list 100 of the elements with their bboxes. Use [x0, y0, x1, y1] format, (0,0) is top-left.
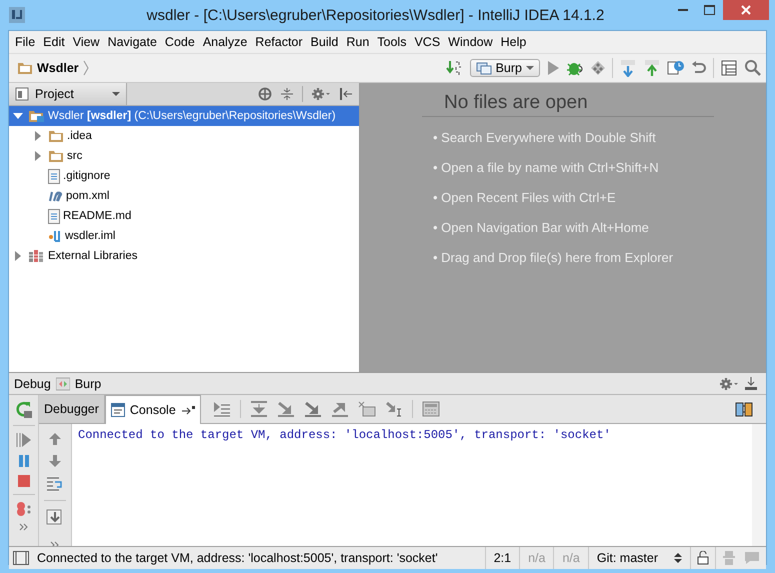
tree-item[interactable]: src: [9, 146, 359, 166]
scroll-end-icon[interactable]: [46, 509, 64, 525]
menu-item[interactable]: Run: [344, 35, 376, 49]
menu-item[interactable]: File: [13, 35, 42, 49]
tool-windows-icon[interactable]: [13, 551, 29, 565]
tree-item[interactable]: .idea: [9, 126, 359, 146]
status-message: Connected to the target VM, address: 'localhost:5005', transport: 'socket': [37, 551, 438, 565]
collapsed-arrow-icon[interactable]: [13, 251, 23, 261]
menu-item[interactable]: Code: [162, 35, 201, 49]
window-title: wsdler - [C:\Users\egruber\Repositories\Wsdler] - IntelliJ IDEA 14.1.2: [146, 6, 604, 24]
menu-item[interactable]: Build: [308, 35, 344, 49]
vcs-update-icon[interactable]: [619, 59, 637, 77]
menu-item[interactable]: VCS: [412, 35, 446, 49]
menu-item[interactable]: Tools: [375, 35, 412, 49]
more-icon[interactable]: [18, 523, 28, 531]
rerun-icon[interactable]: [14, 401, 32, 419]
collapse-icon[interactable]: [280, 87, 294, 101]
close-button[interactable]: [723, 0, 769, 20]
undo-icon[interactable]: [691, 60, 707, 76]
run-to-cursor-icon[interactable]: [384, 401, 403, 417]
breadcrumb[interactable]: Wsdler: [37, 61, 79, 75]
settings-icon[interactable]: [311, 87, 331, 101]
tool-window-title: Debug: [14, 376, 51, 390]
menu-item[interactable]: Navigate: [106, 35, 163, 49]
binary-arrow-icon[interactable]: [446, 60, 464, 76]
maximize-icon: [704, 5, 715, 15]
pin-down-icon[interactable]: [744, 376, 758, 390]
down-icon[interactable]: [48, 454, 62, 468]
library-icon: [28, 249, 45, 263]
vcs-branch-widget[interactable]: Git: master: [588, 547, 690, 569]
tree-item[interactable]: pom.xml: [9, 186, 359, 206]
pause-icon[interactable]: [16, 454, 30, 468]
empty-editor-heading: No files are open: [422, 92, 714, 117]
close-icon: [741, 5, 751, 15]
checker-icon[interactable]: [590, 60, 606, 76]
locate-icon[interactable]: [258, 87, 272, 101]
status-field: n/a: [519, 547, 554, 569]
hide-panel-icon[interactable]: [339, 87, 353, 101]
minimize-icon: [678, 9, 688, 11]
tree-item[interactable]: .gitignore: [9, 166, 359, 186]
editor-hint: • Open Navigation Bar with Alt+Home: [433, 220, 649, 235]
debug-session-tab[interactable]: Burp: [74, 376, 102, 390]
menu-item[interactable]: View: [70, 35, 106, 49]
console-icon: [110, 403, 125, 417]
tree-item[interactable]: Wsdler [wsdler] (C:\Users\egruber\Repositories\Wsdler): [9, 106, 359, 126]
folder-icon: [48, 149, 64, 163]
menu-item[interactable]: Analyze: [200, 35, 254, 49]
config-icon: [476, 61, 492, 75]
editor-hint: • Open a file by name with Ctrl+Shift+N: [433, 160, 659, 175]
folder-icon: [17, 61, 33, 75]
tab[interactable]: Console: [104, 395, 201, 424]
module-folder-icon: [28, 109, 45, 123]
stop-icon[interactable]: [16, 474, 30, 488]
structure-icon[interactable]: [720, 59, 738, 77]
evaluate-icon[interactable]: [422, 401, 440, 417]
resume-icon[interactable]: [16, 432, 32, 448]
up-icon[interactable]: [48, 432, 62, 446]
editor-hint: • Open Recent Files with Ctrl+E: [433, 190, 616, 205]
project-view-dropdown[interactable]: Project: [9, 83, 127, 105]
show-execution-point-icon[interactable]: [212, 401, 231, 417]
caret-position[interactable]: 2:1: [484, 547, 520, 569]
caret-icon: [526, 65, 534, 71]
run-icon[interactable]: [546, 60, 560, 76]
project-view-icon: [15, 87, 29, 101]
text-file-icon: [48, 208, 60, 224]
bug-icon[interactable]: [566, 60, 584, 76]
menu-item[interactable]: Help: [498, 35, 532, 49]
text-file-icon: [48, 168, 60, 184]
pin-tab-icon: [180, 405, 195, 415]
menu-item[interactable]: Window: [446, 35, 499, 49]
step-out-icon[interactable]: [330, 401, 349, 417]
history-icon[interactable]: [667, 59, 685, 77]
console-line: Connected to the target VM, address: 'localhost:5005', transport: 'socket': [78, 428, 612, 442]
updown-icon: [674, 552, 682, 564]
editor-hint: • Drag and Drop file(s) here from Explorer: [433, 250, 674, 265]
drop-frame-icon[interactable]: [358, 401, 376, 417]
run-config-dropdown[interactable]: Burp: [470, 59, 540, 77]
lock-icon[interactable]: [697, 551, 709, 565]
tree-item[interactable]: README.md: [9, 206, 359, 226]
tree-item[interactable]: External Libraries: [9, 246, 359, 266]
editor-hint: • Search Everywhere with Double Shift: [433, 130, 656, 145]
folder-icon: [48, 129, 64, 143]
settings-icon[interactable]: [719, 376, 739, 390]
caret-icon: [112, 91, 120, 97]
step-into-icon[interactable]: [276, 401, 295, 417]
search-icon[interactable]: [744, 59, 762, 77]
force-step-into-icon[interactable]: [304, 401, 322, 417]
step-over-icon[interactable]: [250, 401, 268, 417]
menu-item[interactable]: Refactor: [253, 35, 309, 49]
expanded-arrow-icon[interactable]: [13, 111, 23, 121]
run-config-icon: [56, 376, 70, 390]
breakpoints-icon[interactable]: [14, 501, 32, 517]
soft-wrap-icon[interactable]: [46, 476, 64, 492]
tab[interactable]: Debugger: [39, 395, 105, 423]
tree-item[interactable]: wsdler.iml: [9, 226, 359, 246]
vcs-commit-icon[interactable]: [643, 59, 661, 77]
menu-item[interactable]: Edit: [41, 35, 71, 49]
thread-dump-icon[interactable]: [735, 400, 753, 418]
module-file-icon: [48, 229, 62, 243]
maven-file-icon: [48, 190, 63, 202]
